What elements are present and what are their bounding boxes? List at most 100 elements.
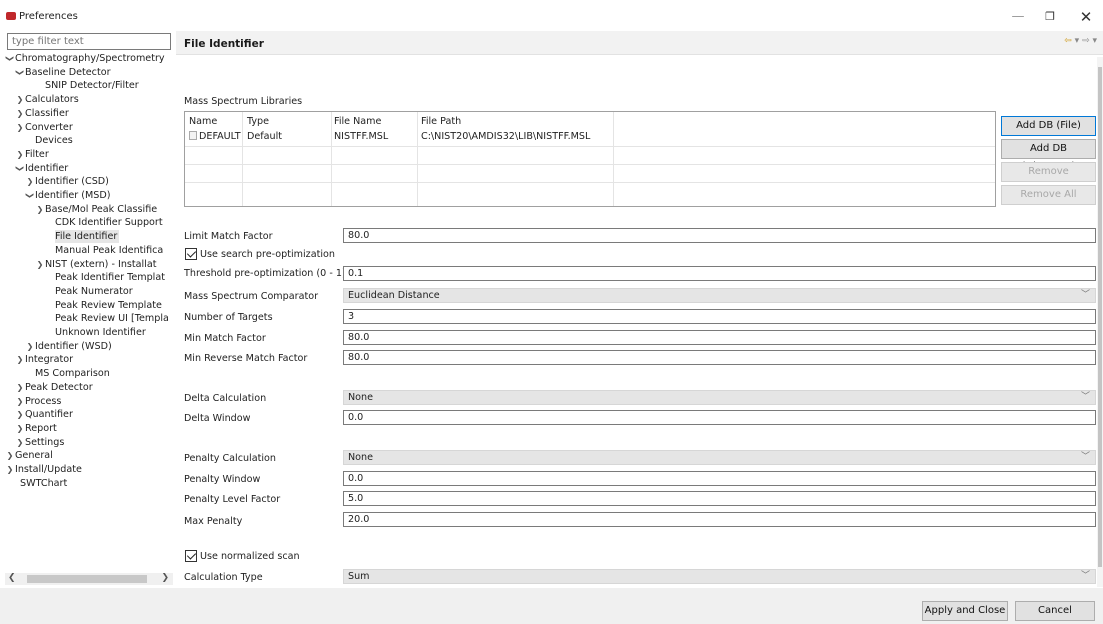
table-cell-file-path[interactable]: C:\NIST20\AMDIS32\LIB\NISTFF.MSL: [421, 131, 590, 142]
preferences-tree[interactable]: ❯Chromatography/Spectrometry ❯Baseline De…: [5, 52, 175, 572]
tree-item[interactable]: ❯ Base/Mol Peak Classifie: [35, 203, 158, 216]
table-cell-type[interactable]: Default: [247, 131, 282, 142]
chevron-right-icon[interactable]: ❯: [15, 353, 25, 366]
chevron-right-icon[interactable]: ❯: [15, 422, 25, 435]
table-cell-name[interactable]: DEFAULT: [189, 131, 241, 142]
delta-calculation-select[interactable]: None ﹀: [343, 390, 1096, 405]
restore-icon[interactable]: ❐: [1035, 6, 1065, 28]
chevron-right-icon[interactable]: ❯: [15, 93, 25, 106]
chevron-right-icon[interactable]: ❯: [25, 175, 35, 188]
scrollbar-thumb[interactable]: [1098, 67, 1102, 567]
scroll-left-icon[interactable]: ❮: [8, 573, 16, 583]
column-header-file-name[interactable]: File Name: [334, 116, 381, 127]
add-db-directory-button[interactable]: Add DB (Directory): [1001, 139, 1096, 172]
tree-item[interactable]: ❯ General: [5, 449, 53, 462]
tree-item[interactable]: ❯ Converter: [15, 121, 73, 134]
chevron-right-icon[interactable]: ❯: [35, 258, 45, 271]
chevron-right-icon[interactable]: ❯: [15, 395, 25, 408]
chevron-right-icon[interactable]: ❯: [15, 148, 25, 161]
apply-and-close-button[interactable]: Apply and Close: [922, 601, 1008, 621]
chevron-right-icon[interactable]: ❯: [5, 463, 15, 476]
tree-item[interactable]: ❯ Process: [15, 395, 62, 408]
history-nav[interactable]: ⇦ ▾ ⇨ ▾: [1064, 36, 1097, 46]
penalty-level-factor-field[interactable]: 5.0: [343, 491, 1096, 506]
chevron-right-icon[interactable]: ❯: [15, 408, 25, 421]
remove-all-button[interactable]: Remove All: [1001, 185, 1096, 205]
cancel-button[interactable]: Cancel: [1015, 601, 1095, 621]
add-db-file-button[interactable]: Add DB (File): [1001, 116, 1096, 136]
page-vertical-scrollbar[interactable]: [1097, 57, 1103, 587]
tree-item[interactable]: File Identifier: [55, 230, 120, 244]
comparator-select[interactable]: Euclidean Distance ﹀: [343, 288, 1096, 303]
penalty-window-field[interactable]: 0.0: [343, 471, 1096, 486]
min-reverse-match-field[interactable]: 80.0: [343, 350, 1096, 365]
minimize-icon[interactable]: —: [1003, 6, 1033, 28]
tree-item[interactable]: ❯Identifier (MSD): [25, 189, 111, 202]
filter-input[interactable]: [7, 33, 171, 50]
scroll-right-icon[interactable]: ❯: [161, 573, 169, 583]
chevron-right-icon[interactable]: ❯: [15, 107, 25, 120]
back-icon[interactable]: ⇦: [1064, 36, 1072, 46]
tree-item[interactable]: ❯ Classifier: [15, 107, 69, 120]
number-of-targets-field[interactable]: 3: [343, 309, 1096, 324]
tree-item[interactable]: Manual Peak Identifica: [55, 244, 163, 257]
use-preoptimization-label[interactable]: Use search pre-optimization: [200, 249, 335, 260]
tree-item[interactable]: Peak Review UI [Templa: [55, 312, 169, 325]
tree-item[interactable]: ❯ Filter: [15, 148, 49, 161]
tree-item[interactable]: SNIP Detector/Filter: [45, 79, 139, 92]
tree-item[interactable]: Unknown Identifier: [55, 326, 146, 339]
tree-item[interactable]: ❯ Settings: [15, 436, 65, 449]
tree-item[interactable]: ❯ Peak Detector: [15, 381, 93, 394]
column-header-name[interactable]: Name: [189, 116, 217, 127]
tree-item-label: Install/Update: [15, 464, 82, 475]
tree-item[interactable]: ❯ Quantifier: [15, 408, 73, 421]
chevron-down-icon[interactable]: ❯: [5, 54, 17, 64]
tree-item[interactable]: ❯ Report: [15, 422, 57, 435]
tree-item[interactable]: ❯ Identifier (WSD): [25, 340, 112, 353]
chevron-right-icon[interactable]: ❯: [15, 436, 25, 449]
threshold-field[interactable]: 0.1: [343, 266, 1096, 281]
tree-item[interactable]: ❯Baseline Detector: [15, 66, 111, 79]
table-cell-file-name[interactable]: NISTFF.MSL: [334, 131, 388, 142]
delta-window-field[interactable]: 0.0: [343, 410, 1096, 425]
remove-button[interactable]: Remove: [1001, 162, 1096, 182]
tree-item[interactable]: ❯ Identifier (CSD): [25, 175, 109, 188]
penalty-calculation-select[interactable]: None ﹀: [343, 450, 1096, 465]
tree-item[interactable]: ❯ Install/Update: [5, 463, 82, 476]
chevron-right-icon[interactable]: ❯: [35, 203, 45, 216]
tree-item[interactable]: Peak Review Template: [55, 299, 162, 312]
use-preoptimization-checkbox[interactable]: [185, 248, 197, 260]
limit-match-factor-field[interactable]: 80.0: [343, 228, 1096, 243]
chevron-right-icon[interactable]: ❯: [15, 121, 25, 134]
tree-item[interactable]: ❯Chromatography/Spectrometry: [5, 52, 165, 65]
max-penalty-field[interactable]: 20.0: [343, 512, 1096, 527]
tree-item[interactable]: ❯ Calculators: [15, 93, 79, 106]
forward-icon[interactable]: ⇨: [1082, 36, 1090, 46]
min-match-factor-label: Min Match Factor: [184, 333, 266, 344]
chevron-down-icon[interactable]: ❯: [14, 67, 27, 77]
tree-item[interactable]: CDK Identifier Support: [55, 216, 163, 229]
column-header-file-path[interactable]: File Path: [421, 116, 461, 127]
tree-item[interactable]: ❯Identifier: [14, 162, 69, 175]
tree-item[interactable]: MS Comparison: [35, 367, 110, 380]
tree-item[interactable]: Devices: [35, 134, 73, 147]
tree-item[interactable]: Peak Identifier Templat: [55, 271, 165, 284]
column-header-type[interactable]: Type: [247, 116, 269, 127]
tree-item[interactable]: ❯ Integrator: [15, 353, 73, 366]
tree-item[interactable]: ❯ NIST (extern) - Installat: [35, 258, 157, 271]
tree-item[interactable]: SWTChart: [20, 477, 67, 490]
scrollbar-thumb[interactable]: [27, 575, 147, 583]
chevron-down-icon[interactable]: ❯: [14, 163, 27, 173]
tree-horizontal-scrollbar[interactable]: ❮ ❯: [5, 573, 173, 585]
min-match-factor-field[interactable]: 80.0: [343, 330, 1096, 345]
close-icon[interactable]: ✕: [1071, 6, 1101, 28]
chevron-right-icon[interactable]: ❯: [5, 449, 15, 462]
chevron-right-icon[interactable]: ❯: [15, 381, 25, 394]
use-normalized-scan-label[interactable]: Use normalized scan: [200, 551, 300, 562]
chevron-right-icon[interactable]: ❯: [25, 340, 35, 353]
libraries-table[interactable]: Name Type File Name File Path DEFAULT De…: [184, 111, 996, 207]
tree-item[interactable]: Peak Numerator: [55, 285, 133, 298]
calculation-type-select[interactable]: Sum ﹀: [343, 569, 1096, 584]
chevron-down-icon[interactable]: ❯: [24, 191, 37, 201]
use-normalized-scan-checkbox[interactable]: [185, 550, 197, 562]
